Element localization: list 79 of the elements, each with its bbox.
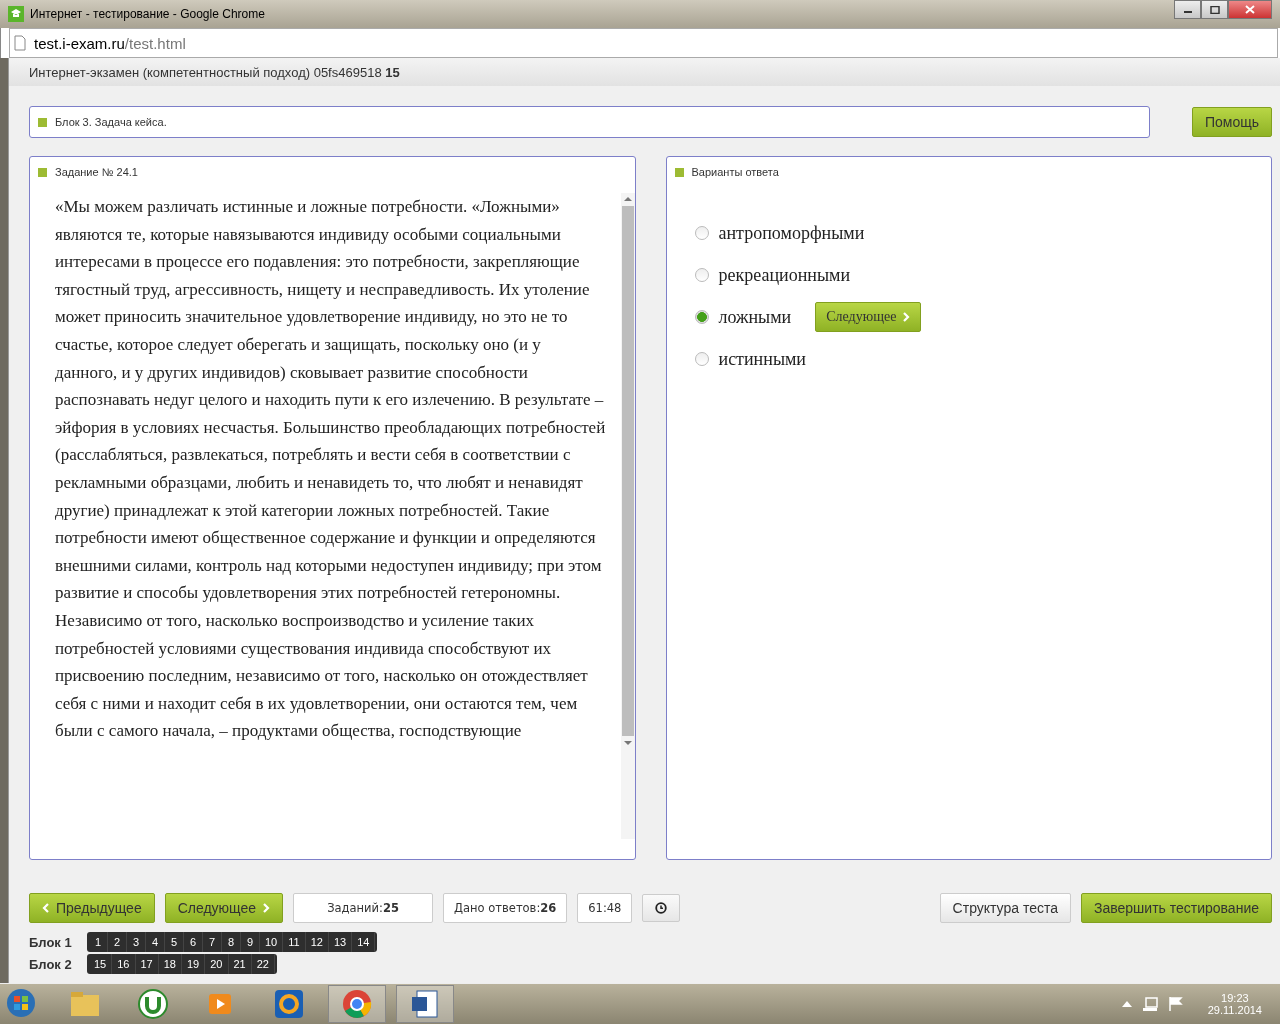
next-button[interactable]: Следующее (164, 893, 284, 923)
block-label: Блок 2 (29, 956, 73, 972)
question-number[interactable]: 14 (352, 932, 376, 952)
timer: 61:48 (577, 893, 633, 923)
bullet-icon (674, 167, 684, 177)
app-icon (8, 6, 24, 22)
block-label: Блок 1 (29, 934, 73, 950)
question-number[interactable]: 20 (205, 954, 229, 974)
answer-option[interactable]: ложными (718, 306, 792, 328)
panel-title: Варианты ответа (691, 166, 779, 178)
question-number[interactable]: 12 (305, 932, 329, 952)
help-button[interactable]: Помощь (1191, 107, 1272, 137)
clock-icon (655, 902, 668, 914)
bullet-icon (38, 117, 47, 127)
question-number[interactable]: 11 (283, 932, 306, 952)
question-number[interactable]: 8 (222, 932, 241, 952)
answer-option[interactable]: истинными (718, 348, 806, 370)
folder-icon (70, 991, 100, 1017)
block-title: Блок 3. Задача кейса. (55, 116, 167, 128)
flag-icon[interactable] (1167, 996, 1184, 1012)
question-number[interactable]: 10 (260, 932, 284, 952)
question-number[interactable]: 9 (241, 932, 260, 952)
maximize-button[interactable] (1201, 0, 1228, 19)
previous-button[interactable]: Предыдущее (29, 893, 155, 923)
question-number[interactable]: 5 (165, 932, 184, 952)
chevron-right-icon (902, 312, 911, 322)
question-number[interactable]: 16 (112, 954, 136, 974)
chevron-left-icon (42, 903, 50, 913)
maximize-icon (1209, 5, 1220, 14)
url-text: test.i-exam.ru/test.html (34, 34, 186, 52)
radio-button[interactable] (694, 226, 709, 240)
clock-button[interactable] (642, 894, 681, 922)
close-icon (1245, 5, 1255, 14)
question-number[interactable]: 15 (89, 954, 113, 974)
question-number[interactable]: 7 (203, 932, 222, 952)
bullet-icon (38, 167, 47, 177)
tray-arrow-icon[interactable] (1121, 1001, 1132, 1007)
question-number[interactable]: 4 (146, 932, 165, 952)
answer-option[interactable]: рекреационными (718, 264, 851, 286)
question-number[interactable]: 13 (328, 932, 353, 952)
radio-button[interactable] (694, 310, 709, 324)
tasks-counter: Заданий:25 (293, 893, 434, 923)
taskbar-app[interactable] (396, 985, 454, 1023)
clock-time: 19:23 (1221, 992, 1249, 1004)
question-number[interactable]: 3 (127, 932, 146, 952)
question-number[interactable]: 18 (158, 954, 182, 974)
scroll-down-icon[interactable] (623, 740, 632, 746)
minimize-button[interactable] (1174, 0, 1201, 19)
network-icon[interactable] (1141, 996, 1158, 1012)
task-text: «Мы можем различать истинные и ложные потребности. «Ложными» являются те, которые навязываются индивиду особыми социальными интересами в процессе его подавления: это потребности, закрепляющие тягостный труд, агрессивность, нищету и несправедливость. Их утоление может приносить значительное удовлетворение индивиду, но это не то счастье, которое следует оберегать и защищать, поскольку оно (и у данного, и у других индивидов) сковывает развитие способности распознавать недуг целого и находить пути к его излечению. В результате – эйфория в условиях несчастья. Большинство преобладающих потребностей (расслабляться, развлекаться, потреблять и вести себя в соответствии с рекламными образцами, любить и ненавидеть то, что любят и ненавидят другие) принадлежат к этой категории ложных потребностей. Такие потребности имеют общественное содержание и функции и определяются внешними силами, контроль над которыми недоступен индивиду; при этом развитие и способы удовлетворения этих потребностей гетерономны. Независимо от того, насколько воспроизводство и усиление таких потребностей условиями существования индивида способствуют их присвоению последним, независимо от того, насколько он отождествляет себя с ними и находит себя в их удовлетворении, они остаются тем, чем были с самого начала, – продуктами общества, господствующие (55, 196, 607, 743)
media-player-icon (208, 991, 234, 1017)
question-number[interactable]: 21 (228, 954, 252, 974)
scrollbar[interactable] (620, 193, 635, 839)
chrome-icon (342, 989, 372, 1019)
page-icon (14, 35, 26, 51)
question-number[interactable]: 1 (89, 932, 108, 952)
test-structure-button[interactable]: Структура теста (939, 893, 1071, 923)
taskbar-app[interactable] (328, 985, 386, 1023)
clock-date: 29.11.2014 (1207, 1004, 1262, 1016)
document-icon (411, 990, 439, 1018)
exam-header: Интернет-экзамен (компетентностный подход) 05fs469518 15 (29, 64, 400, 80)
radio-button[interactable] (694, 268, 709, 282)
address-field[interactable]: test.i-exam.ru/test.html (9, 28, 1278, 58)
question-number[interactable]: 2 (108, 932, 127, 952)
windows-logo-icon (6, 987, 36, 1018)
answers-counter: Дано ответов:26 (443, 893, 568, 923)
close-button[interactable] (1228, 0, 1272, 19)
panel-title: Задание № 24.1 (55, 166, 138, 178)
question-number[interactable]: 22 (251, 954, 275, 974)
next-button[interactable]: Следующее (815, 302, 922, 332)
answer-option[interactable]: антропоморфными (718, 222, 865, 244)
finish-button[interactable]: Завершить тестирование (1081, 893, 1272, 923)
chevron-right-icon (262, 903, 271, 913)
question-number[interactable]: 6 (184, 932, 203, 952)
question-number[interactable]: 17 (135, 954, 159, 974)
radio-button[interactable] (694, 352, 709, 366)
window-title: Интернет - тестирование - Google Chrome (30, 7, 265, 21)
scroll-up-icon[interactable] (623, 196, 632, 202)
question-number[interactable]: 19 (182, 954, 206, 974)
